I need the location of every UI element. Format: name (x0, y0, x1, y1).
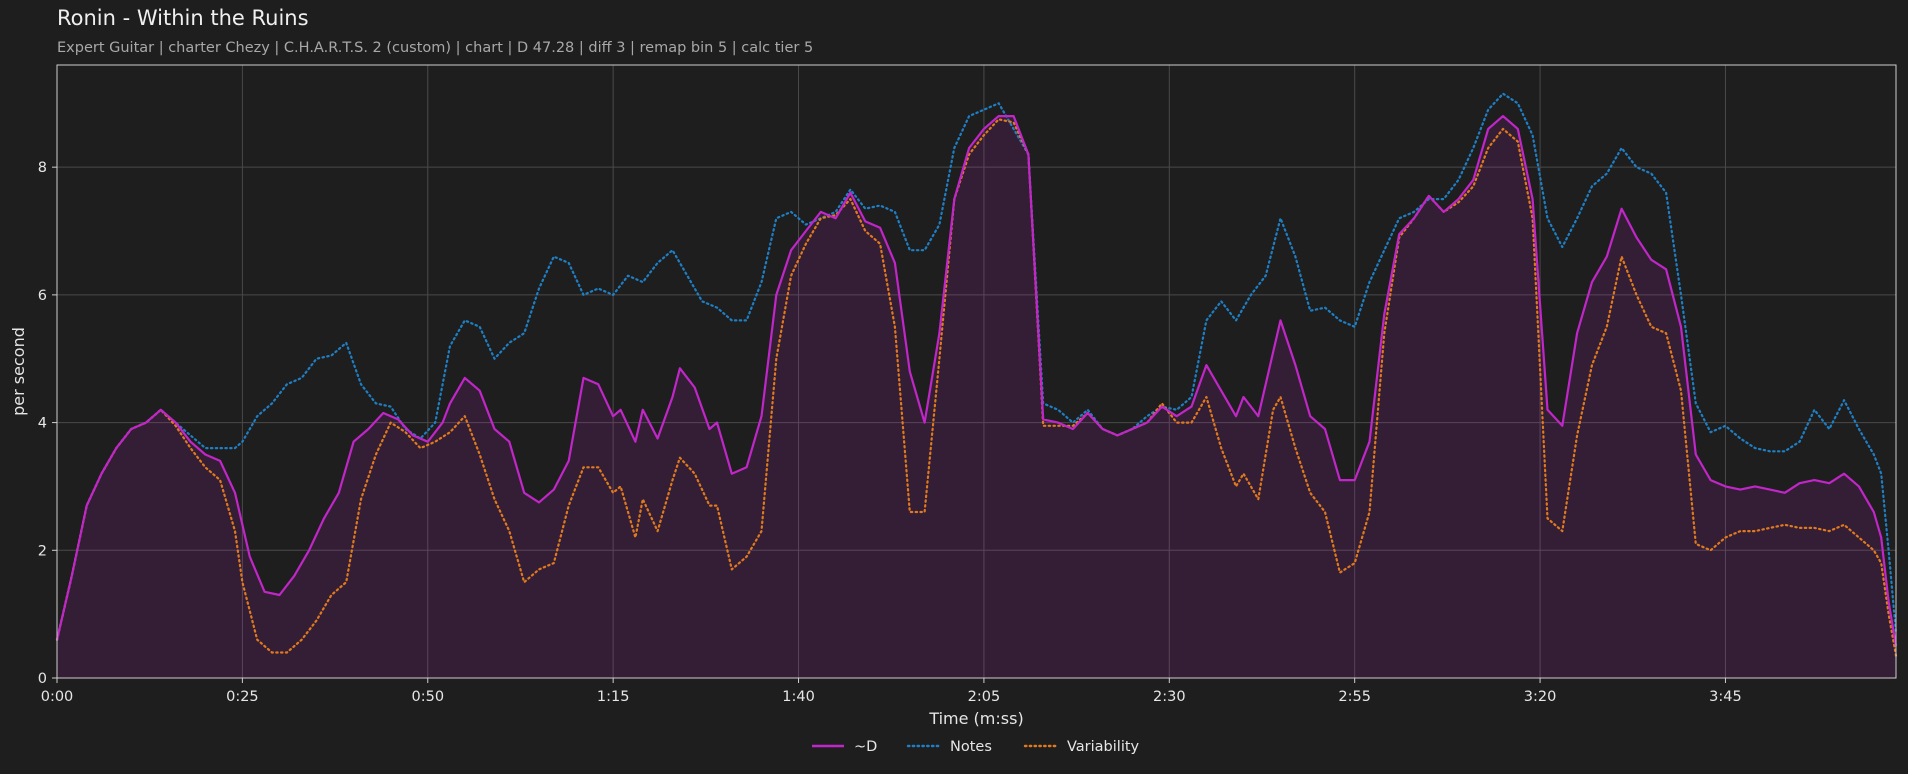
x-axis-ticks: 0:00 0:25 0:50 1:15 1:40 2:05 2:30 2:55 3:20 3:45 (41, 678, 1742, 705)
line-chart: 0:00 0:25 0:50 1:15 1:40 2:05 2:30 2:55 3:20 3:45… (9, 64, 1898, 755)
y-tick-label: 4 (38, 416, 47, 432)
x-tick-label: 1:40 (782, 689, 815, 705)
x-tick-label: 3:20 (1524, 689, 1557, 705)
x-tick-label: 0:00 (41, 689, 74, 705)
y-tick-label: 8 (38, 160, 47, 176)
x-tick-label: 0:25 (226, 689, 259, 705)
x-tick-label: 2:05 (968, 689, 1001, 705)
legend: ~D Notes Variability (812, 739, 1140, 755)
x-tick-label: 0:50 (411, 689, 444, 705)
legend-label: Variability (1067, 739, 1140, 755)
y-tick-label: 0 (38, 671, 47, 687)
x-tick-label: 2:55 (1338, 689, 1371, 705)
x-tick-label: 2:30 (1153, 689, 1186, 705)
y-axis-ticks: 0 2 4 6 8 (38, 160, 57, 687)
y-tick-label: 6 (38, 288, 47, 304)
y-axis-label: per second (9, 327, 28, 416)
legend-label: Notes (950, 739, 992, 755)
x-tick-label: 1:15 (597, 689, 630, 705)
y-tick-label: 2 (38, 543, 47, 559)
x-tick-label: 3:45 (1709, 689, 1742, 705)
x-axis-label: Time (m:ss) (928, 709, 1023, 728)
legend-label: ~D (854, 739, 877, 755)
